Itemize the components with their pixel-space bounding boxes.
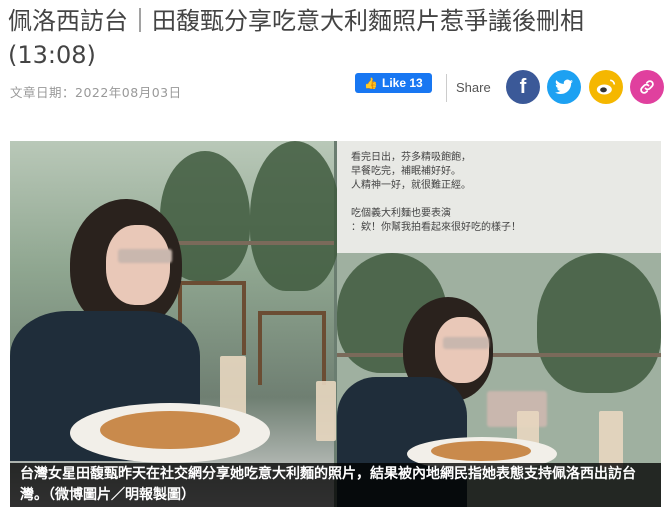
post-line: 人精神一好，就很難正經。	[351, 180, 471, 191]
facebook-icon: f	[519, 75, 527, 98]
like-count-label: Like 13	[382, 76, 423, 90]
photo-caption: 台灣女星田馥甄昨天在社交網分享她吃意大利麵的照片，結果被內地網民指她表態支持佩洛…	[10, 463, 661, 507]
photo-left-panel	[10, 141, 340, 507]
blurred-eyes	[118, 249, 172, 263]
post-line: 看完日出，芬多精吸飽飽，	[351, 152, 471, 163]
blurred-eyes	[443, 337, 489, 349]
facebook-like-button[interactable]: 👍 Like 13	[355, 73, 432, 93]
tree-background	[250, 141, 340, 291]
article-headline: 佩洛西訪台｜田馥甄分享吃意大利麵照片惹爭議後刪相 (13:08)	[8, 7, 584, 69]
link-icon	[640, 80, 654, 94]
milk-tea-glass	[599, 411, 623, 469]
copy-link-button[interactable]	[630, 70, 664, 104]
person-face	[106, 225, 170, 305]
chair	[258, 311, 326, 385]
railing	[337, 353, 661, 357]
weibo-icon	[596, 79, 616, 95]
milk-tea-glass	[316, 381, 336, 441]
twitter-icon	[555, 79, 573, 95]
tree-background	[537, 253, 661, 393]
thumbs-up-icon: 👍	[364, 77, 378, 90]
article-date: 文章日期：2022年08月03日	[10, 85, 182, 100]
railing	[160, 241, 334, 245]
weibo-share-button[interactable]	[589, 70, 623, 104]
twitter-share-button[interactable]	[547, 70, 581, 104]
post-line: 早餐吃完，補眠補好好。	[351, 166, 461, 177]
photo-right-panel: 看完日出，芬多精吸飽飽， 早餐吃完，補眠補好好。 人精神一好，就很難正經。 吃個…	[337, 141, 661, 507]
article-photo[interactable]: 看完日出，芬多精吸飽飽， 早餐吃完，補眠補好好。 人精神一好，就很難正經。 吃個…	[10, 141, 661, 507]
facebook-share-button[interactable]: f	[506, 70, 540, 104]
person-face	[435, 317, 489, 383]
post-line: 吃個義大利麵也要表演	[351, 208, 451, 219]
share-divider	[446, 74, 447, 102]
pasta	[431, 441, 531, 461]
post-line: ：欸！你幫我拍看起來很好吃的樣子！	[351, 222, 521, 233]
social-post-text-card: 看完日出，芬多精吸飽飽， 早餐吃完，補眠補好好。 人精神一好，就很難正經。 吃個…	[337, 141, 661, 253]
pasta	[100, 411, 240, 449]
share-label: Share	[456, 80, 491, 95]
